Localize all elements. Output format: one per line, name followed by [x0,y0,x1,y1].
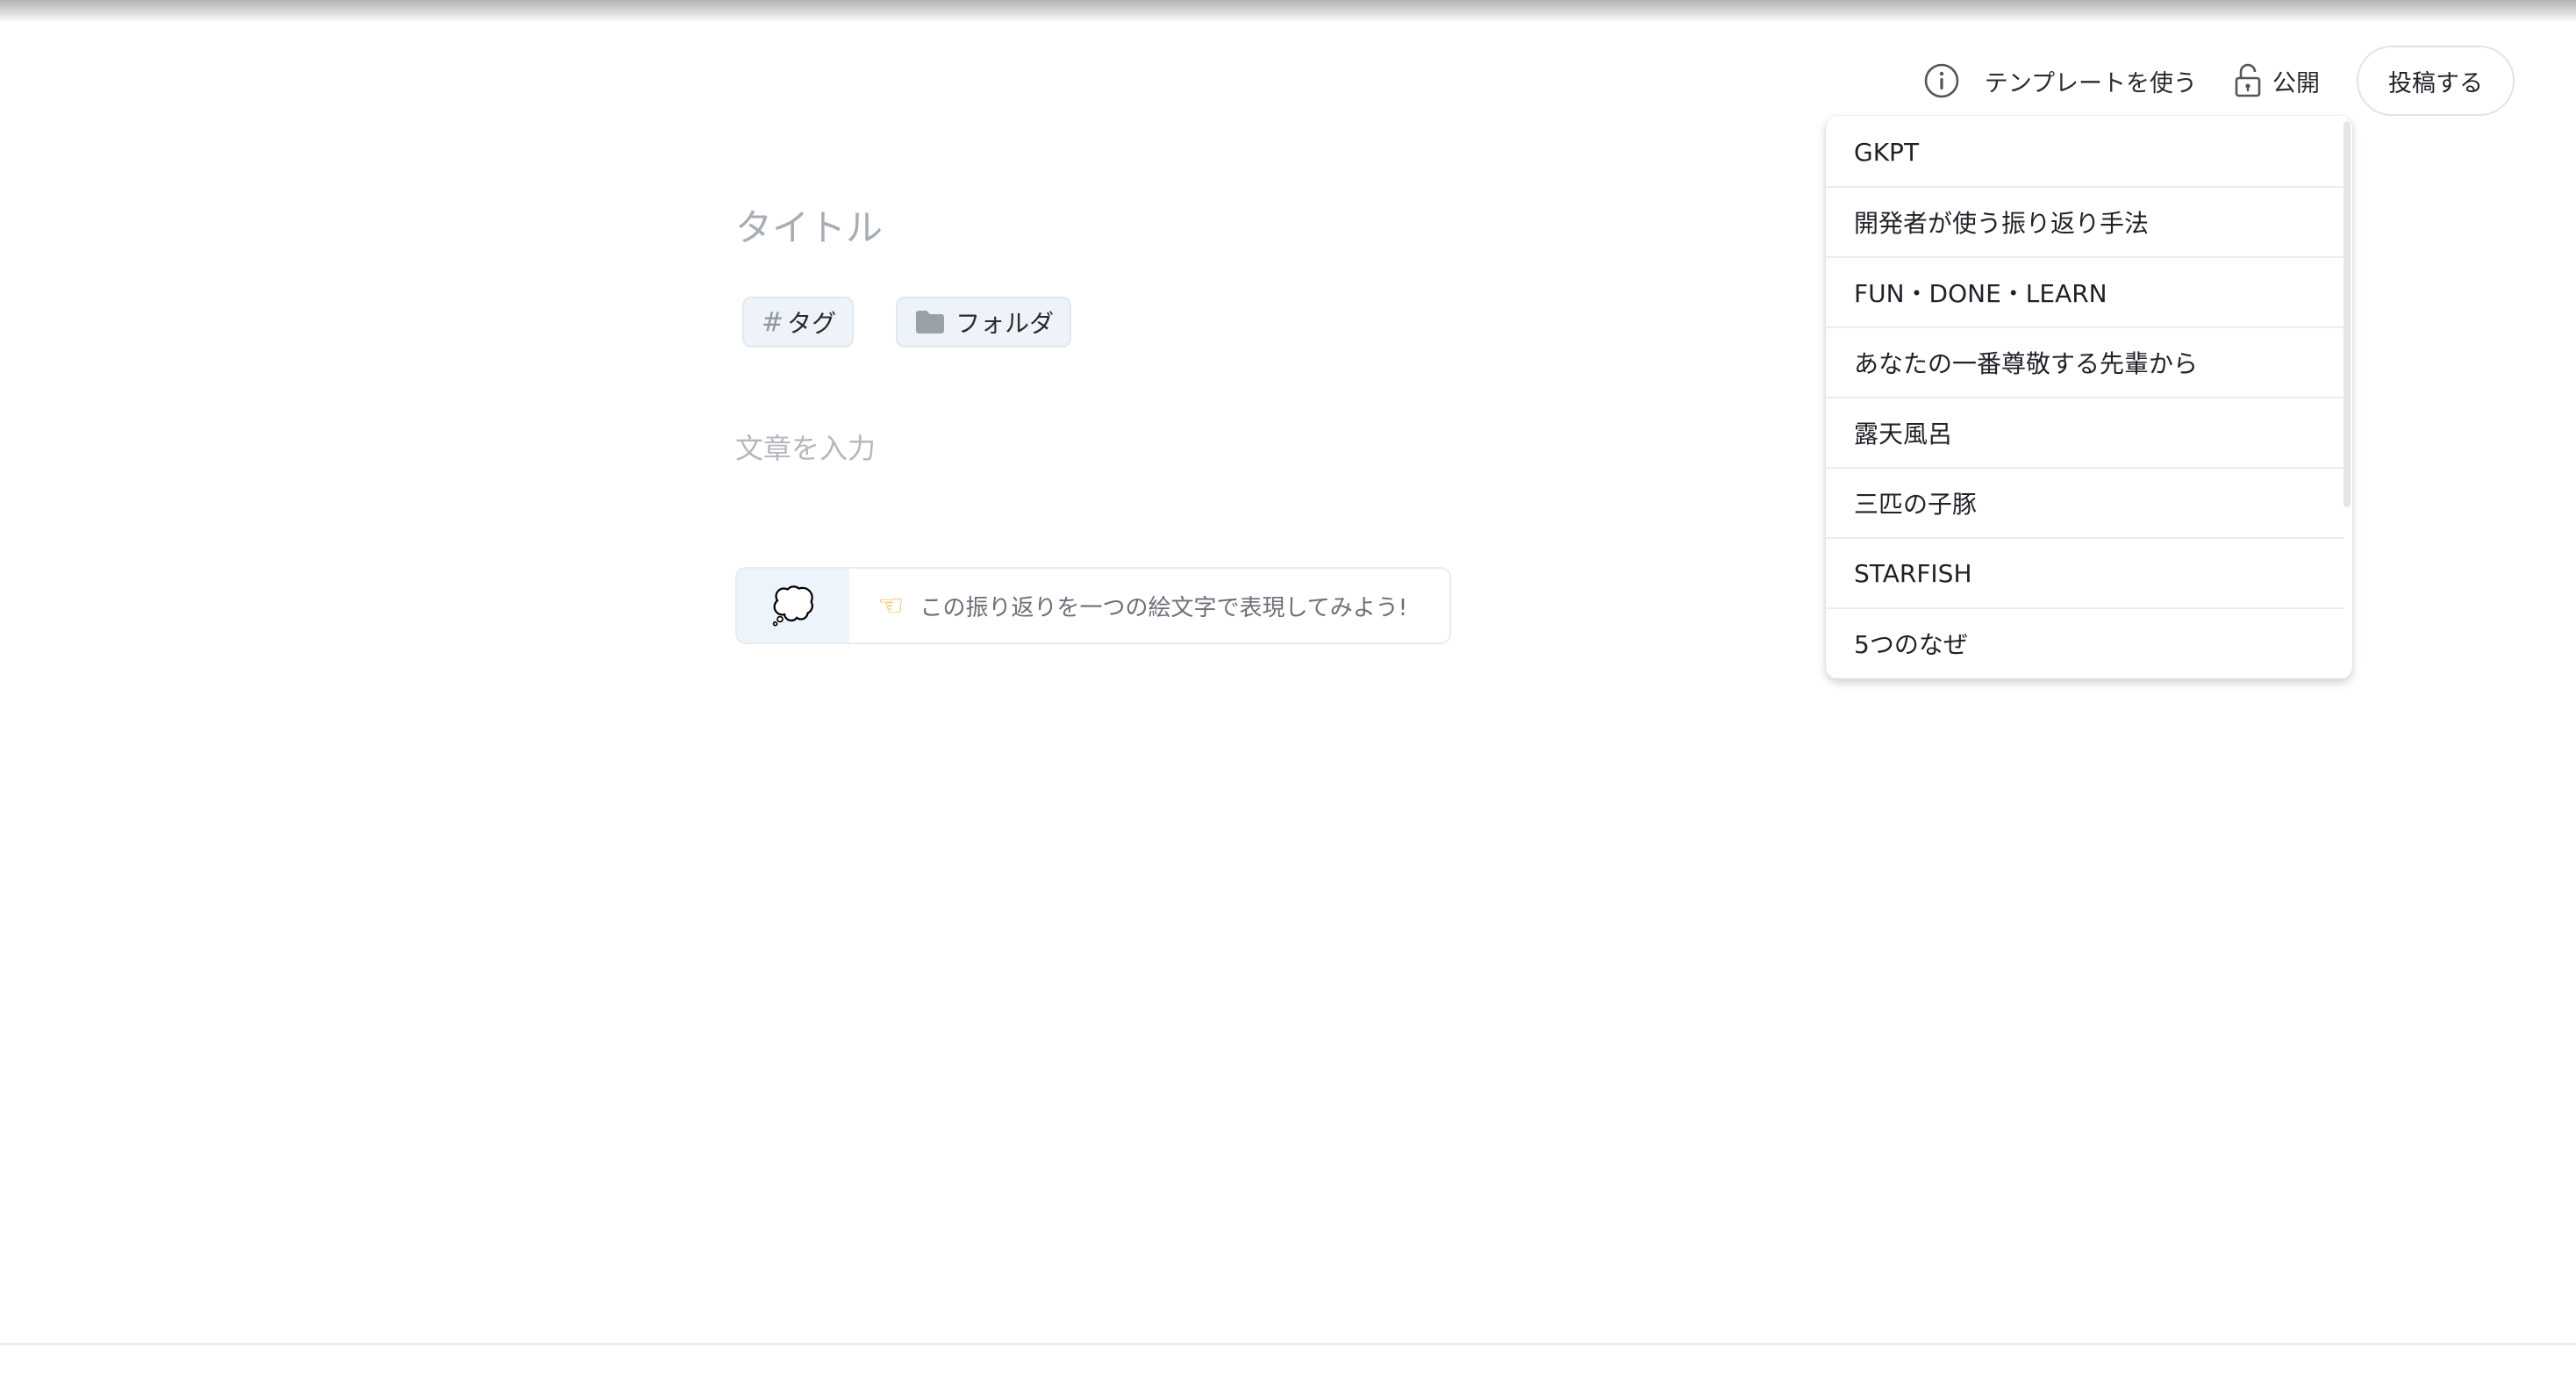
template-menu-list: GKPT 開発者が使う振り返り手法 FUN・DONE・LEARN あなたの一番尊… [1826,116,2352,679]
body-input[interactable]: 文章を入力 [735,427,1788,467]
template-menu-item[interactable]: GKPT [1826,118,2343,188]
folder-label: フォルダ [955,309,1055,338]
template-menu-item[interactable]: STARFISH [1826,539,2343,609]
lock-open-icon [2234,63,2262,98]
template-menu-item[interactable]: あなたの一番尊敬する先輩から [1826,328,2343,398]
template-menu-item[interactable]: 露天風呂 [1826,398,2343,469]
post-button[interactable]: 投稿する [2357,46,2515,116]
template-dropdown-menu: GKPT 開発者が使う振り返り手法 FUN・DONE・LEARN あなたの一番尊… [1826,116,2352,679]
menu-scrollbar[interactable] [2343,121,2351,507]
info-icon [1923,62,1960,99]
folder-icon [915,310,955,334]
tag-label: タグ [787,309,837,338]
visibility-toggle[interactable]: 公開 [2234,63,2320,98]
emoji-hint-text: この振り返りを一つの絵文字で表現してみよう! [919,594,1408,621]
emoji-hint: ☜ この振り返りを一つの絵文字で表現してみよう! [849,569,1407,642]
hash-icon: # [762,306,784,338]
folder-button[interactable]: フォルダ [896,297,1072,348]
emoji-picker-button[interactable]: 💭 [737,569,849,642]
tag-button[interactable]: # タグ [742,297,855,348]
window-top-shadow [0,0,2576,23]
visibility-label: 公開 [2272,69,2320,97]
backhand-index-pointing-left-icon: ☜ [877,588,905,623]
use-template-button[interactable]: テンプレートを使う [1923,62,2197,99]
use-template-label: テンプレートを使う [1984,69,2197,97]
template-menu-item[interactable]: 三匹の子豚 [1826,469,2343,539]
title-input[interactable]: タイトル [735,202,1788,255]
meta-chips: # タグ フォルダ [735,297,1788,348]
thought-balloon-icon: 💭 [771,585,815,627]
template-menu-item[interactable]: 5つのなぜ [1826,609,2343,679]
emoji-reflection-box: 💭 ☜ この振り返りを一つの絵文字で表現してみよう! [735,567,1451,644]
bottom-divider [0,1343,2576,1345]
editor-header: テンプレートを使う 公開 投稿する [1923,44,2515,118]
template-menu-item[interactable]: 開発者が使う振り返り手法 [1826,188,2343,258]
editor-area: タイトル # タグ フォルダ 文章を入力 💭 ☜ この振り返りを一つの絵文字で表… [735,202,1788,644]
template-menu-item[interactable]: FUN・DONE・LEARN [1826,258,2343,328]
